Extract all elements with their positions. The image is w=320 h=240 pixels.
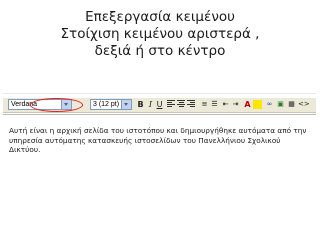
- editor-screenshot: Verdana 3 (12 pt) B I U ≡ ☰ ⇤ ⇥ A ∞ ▣ ▦ …: [3, 93, 316, 171]
- image-icon[interactable]: ▣: [276, 100, 285, 109]
- editor-content[interactable]: Αυτή είναι η αρχική σελίδα του ιστοτόπου…: [9, 126, 314, 155]
- font-size-select[interactable]: 3 (12 pt): [90, 99, 132, 110]
- align-right-icon[interactable]: [187, 100, 195, 109]
- slide-title-line-2: Στοίχιση κειμένου αριστερά ,: [60, 26, 260, 42]
- ordered-list-icon[interactable]: ≡: [200, 100, 209, 109]
- outdent-icon[interactable]: ⇤: [221, 100, 230, 109]
- highlight-icon[interactable]: [253, 100, 262, 109]
- highlight-oval: [30, 98, 83, 112]
- slide: Επεξεργασία κειμένου Στοίχιση κειμένου α…: [0, 0, 320, 240]
- unordered-list-icon[interactable]: ☰: [210, 100, 219, 109]
- indent-icon[interactable]: ⇥: [231, 100, 240, 109]
- source-icon[interactable]: <>: [298, 100, 310, 109]
- font-size-value: 3 (12 pt): [93, 101, 120, 108]
- underline-icon[interactable]: U: [155, 100, 164, 109]
- align-left-icon[interactable]: [167, 100, 175, 109]
- italic-icon[interactable]: I: [146, 100, 155, 109]
- bold-icon[interactable]: B: [136, 100, 145, 109]
- table-icon[interactable]: ▦: [287, 100, 296, 109]
- align-center-icon[interactable]: [177, 100, 185, 109]
- slide-title-line-3: δεξιά ή στο κέντρο: [94, 43, 226, 59]
- text-color-icon[interactable]: A: [243, 100, 252, 109]
- editor-toolbar: Verdana 3 (12 pt) B I U ≡ ☰ ⇤ ⇥ A ∞ ▣ ▦ …: [3, 98, 316, 113]
- link-icon[interactable]: ∞: [265, 100, 274, 109]
- chevron-down-icon[interactable]: [121, 100, 131, 109]
- slide-title-line-1: Επεξεργασία κειμένου: [85, 9, 235, 25]
- slide-title: Επεξεργασία κειμένου Στοίχιση κειμένου α…: [0, 9, 320, 60]
